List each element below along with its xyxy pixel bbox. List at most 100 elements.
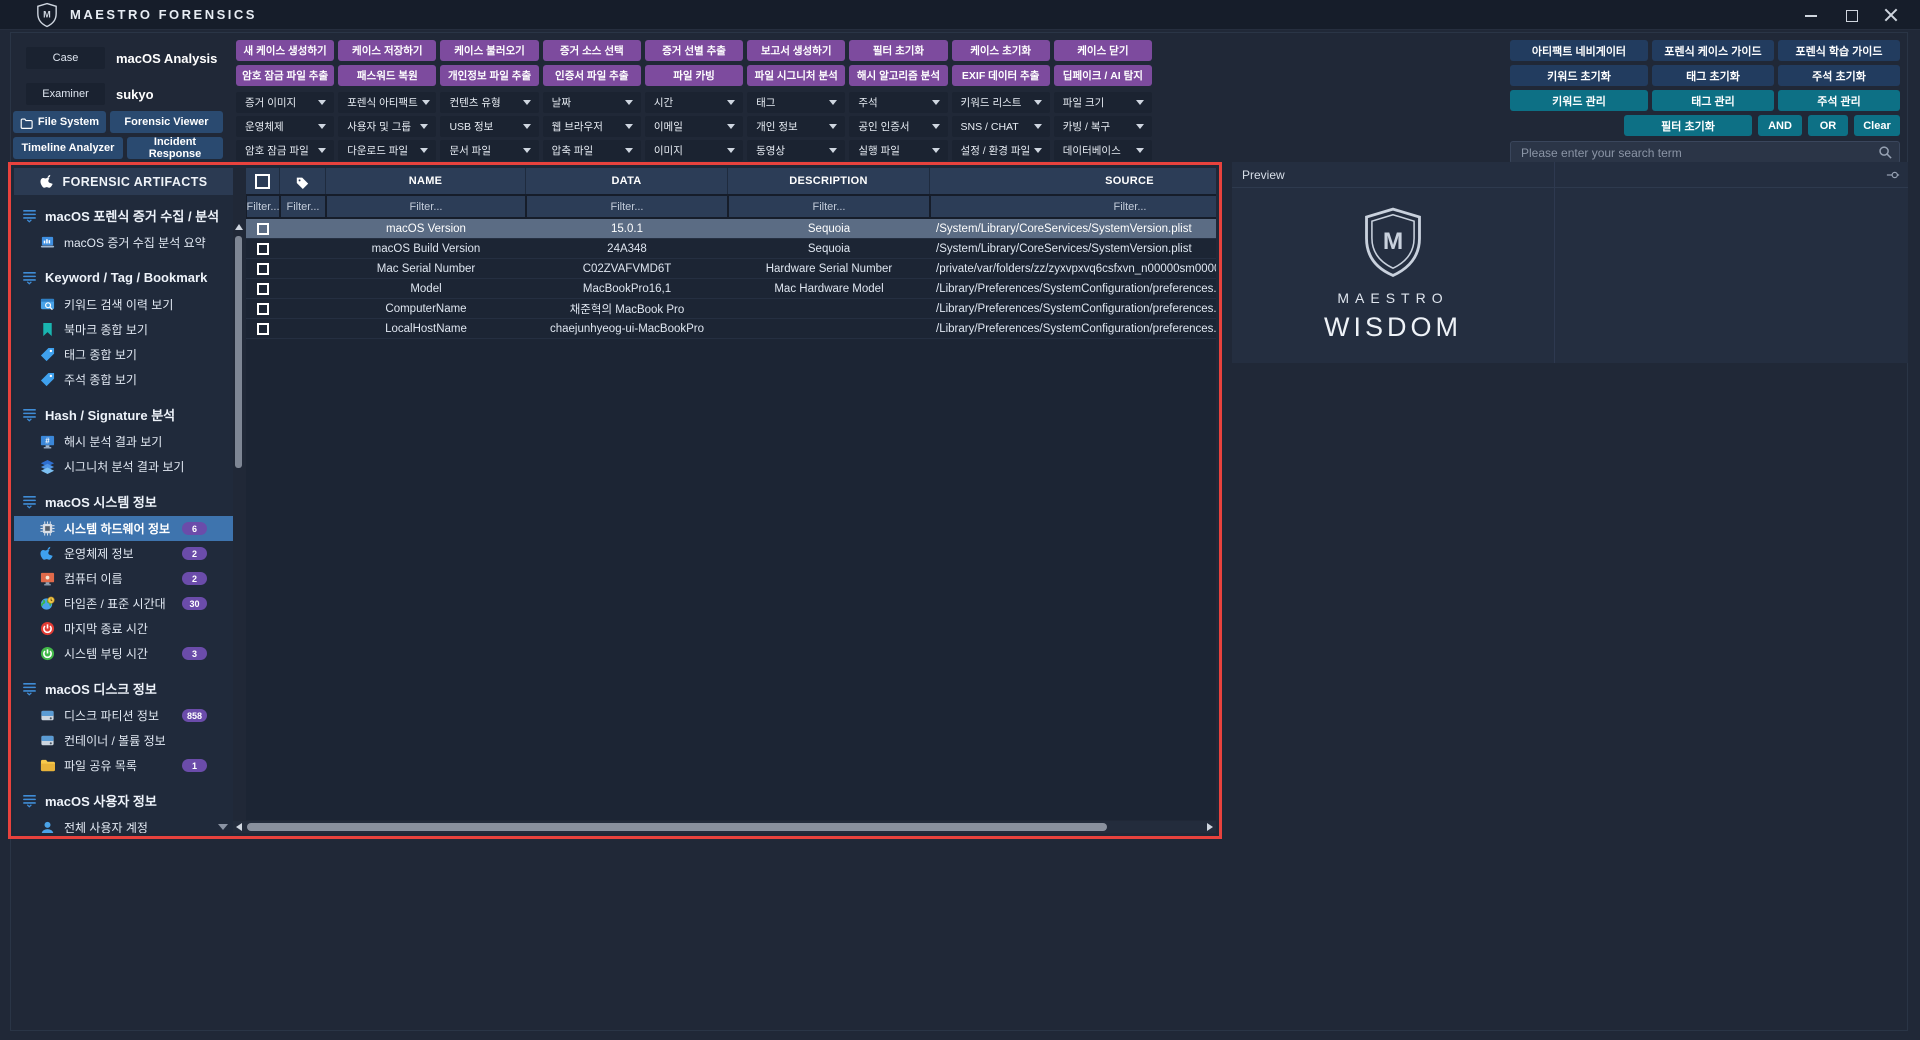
filter-dropdown[interactable]: 실행 파일 [849,140,947,161]
filter-dropdown[interactable]: 동영상 [747,140,845,161]
column-filter-input[interactable]: Filter... [327,196,525,217]
filter-dropdown[interactable]: 설정 / 환경 파일 [952,140,1050,161]
filter-dropdown[interactable]: 이미지 [645,140,743,161]
sidebar-item[interactable]: 마지막 종료 시간 [14,616,233,641]
column-header-data[interactable]: DATA [526,168,728,194]
manage-button[interactable]: 태그 관리 [1652,90,1774,111]
file-system-button[interactable]: File System [13,111,106,133]
sidebar-section-header[interactable]: Keyword / Tag / Bookmark [14,268,233,286]
case-action-button[interactable]: 케이스 닫기 [1054,40,1152,61]
case-action-button[interactable]: 증거 소스 선택 [543,40,641,61]
scroll-up-icon[interactable] [235,224,243,230]
case-action-button[interactable]: 보고서 생성하기 [747,40,845,61]
case-action-button[interactable]: 증거 선별 추출 [645,40,743,61]
filter-dropdown[interactable]: 압축 파일 [543,140,641,161]
case-action-button[interactable]: EXIF 데이터 추출 [952,65,1050,86]
column-filter-input[interactable]: Filter... [931,196,1216,217]
filter-dropdown[interactable]: 포렌식 아티팩트 [338,92,436,113]
or-operator-button[interactable]: OR [1808,115,1848,136]
filter-dropdown[interactable]: 시간 [645,92,743,113]
filter-dropdown[interactable]: 이메일 [645,116,743,137]
sidebar-item[interactable]: 컴퓨터 이름2 [14,566,233,591]
sidebar-section-header[interactable]: macOS 시스템 정보 [14,492,233,510]
manage-button[interactable]: 주석 관리 [1778,90,1900,111]
sidebar-item[interactable]: 시그니처 분석 결과 보기 [14,454,233,479]
sidebar-item[interactable]: 전체 사용자 계정 [14,815,233,833]
sidebar-scroll-down-icon[interactable] [218,824,228,830]
and-operator-button[interactable]: AND [1758,115,1802,136]
case-action-button[interactable]: 케이스 불러오기 [440,40,538,61]
preview-toggle-icon[interactable] [1886,168,1900,182]
sidebar-item[interactable]: 운영체제 정보2 [14,541,233,566]
case-action-button[interactable]: 케이스 초기화 [952,40,1050,61]
vertical-scrollbar-thumb[interactable] [235,236,242,468]
table-row[interactable]: LocalHostNamechaejunhyeog-ui-MacBookPro/… [246,319,1216,339]
sidebar-item[interactable]: macOS 증거 수집 분석 요약 [14,230,233,255]
filter-dropdown[interactable]: SNS / CHAT [952,116,1050,137]
manage-button[interactable]: 키워드 관리 [1510,90,1648,111]
sidebar-section-header[interactable]: macOS 포렌식 증거 수집 / 분석 [14,206,233,224]
filter-dropdown[interactable]: 컨텐츠 유형 [440,92,538,113]
toolbar-button[interactable]: 키워드 초기화 [1510,65,1648,86]
sidebar-section-header[interactable]: macOS 사용자 정보 [14,791,233,809]
case-action-button[interactable]: 파일 카빙 [645,65,743,86]
toolbar-button[interactable]: 아티팩트 네비게이터 [1510,40,1648,61]
sidebar-item[interactable]: 주석 종합 보기 [14,367,233,392]
column-filter-input[interactable]: Filter... [281,196,325,217]
filter-dropdown[interactable]: 웹 브라우저 [543,116,641,137]
filter-dropdown[interactable]: 문서 파일 [440,140,538,161]
column-filter-input[interactable]: Filter... [729,196,929,217]
filter-dropdown[interactable]: 태그 [747,92,845,113]
sidebar-item[interactable]: 디스크 파티션 정보858 [14,703,233,728]
filter-dropdown[interactable]: 날짜 [543,92,641,113]
filter-dropdown[interactable]: 증거 이미지 [236,92,334,113]
table-row[interactable]: Mac Serial NumberC02ZVAFVMD6THardware Se… [246,259,1216,279]
filter-dropdown[interactable]: USB 정보 [440,116,538,137]
filter-dropdown[interactable]: 데이터베이스 [1054,140,1152,161]
case-action-button[interactable]: 패스워드 복원 [338,65,436,86]
horizontal-scrollbar[interactable] [233,821,1216,833]
select-all-checkbox[interactable] [255,174,270,189]
vertical-scrollbar[interactable] [233,168,245,820]
sidebar-section-header[interactable]: macOS 디스크 정보 [14,679,233,697]
filter-reset-button[interactable]: 필터 초기화 [1624,115,1752,136]
column-filter-input[interactable]: Filter... [247,196,279,217]
column-filter-input[interactable]: Filter... [527,196,727,217]
toolbar-button[interactable]: 포렌식 케이스 가이드 [1652,40,1774,61]
minimize-icon[interactable] [1804,8,1818,22]
column-header-description[interactable]: DESCRIPTION [728,168,930,194]
table-row[interactable]: ComputerName채준혁의 MacBook Pro/Library/Pre… [246,299,1216,319]
sidebar-item[interactable]: 타임존 / 표준 시간대30 [14,591,233,616]
case-action-button[interactable]: 케이스 저장하기 [338,40,436,61]
toolbar-button[interactable]: 주석 초기화 [1778,65,1900,86]
sidebar-item[interactable]: 컨테이너 / 볼륨 정보 [14,728,233,753]
sidebar-item[interactable]: #해시 분석 결과 보기 [14,429,233,454]
filter-dropdown[interactable]: 공인 인증서 [849,116,947,137]
table-row[interactable]: macOS Build Version24A348Sequoia/System/… [246,239,1216,259]
incident-response-button[interactable]: Incident Response [127,137,223,159]
case-action-button[interactable]: 필터 초기화 [849,40,947,61]
case-action-button[interactable]: 새 케이스 생성하기 [236,40,334,61]
column-header-name[interactable]: NAME [326,168,526,194]
row-checkbox[interactable] [257,243,269,255]
sidebar-item[interactable]: 시스템 하드웨어 정보6 [14,516,233,541]
table-row[interactable]: macOS Version15.0.1Sequoia/System/Librar… [246,219,1216,239]
scroll-left-icon[interactable] [236,823,242,831]
clear-button[interactable]: Clear [1854,115,1900,136]
timeline-analyzer-button[interactable]: Timeline Analyzer [13,137,123,159]
case-action-button[interactable]: 암호 잠금 파일 추출 [236,65,334,86]
toolbar-button[interactable]: 포렌식 학습 가이드 [1778,40,1900,61]
column-header-source[interactable]: SOURCE [930,168,1216,194]
row-checkbox[interactable] [257,283,269,295]
scroll-right-icon[interactable] [1207,823,1213,831]
filter-dropdown[interactable]: 키워드 리스트 [952,92,1050,113]
case-action-button[interactable]: 딥페이크 / AI 탐지 [1054,65,1152,86]
filter-dropdown[interactable]: 사용자 및 그룹 [338,116,436,137]
search-input[interactable] [1510,141,1900,164]
filter-dropdown[interactable]: 파일 크기 [1054,92,1152,113]
sidebar-section-header[interactable]: Hash / Signature 분석 [14,405,233,423]
row-checkbox[interactable] [257,263,269,275]
row-checkbox[interactable] [257,323,269,335]
case-action-button[interactable]: 파일 시그니처 분석 [747,65,845,86]
row-checkbox[interactable] [257,223,269,235]
